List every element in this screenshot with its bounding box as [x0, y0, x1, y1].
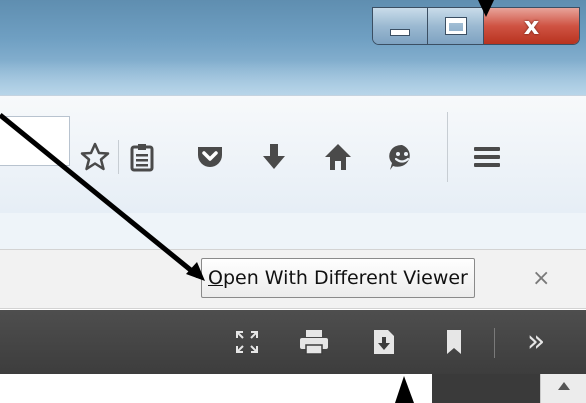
download-icon[interactable] [370, 328, 398, 356]
minimize-icon [390, 28, 411, 36]
bookmark-star-icon[interactable] [78, 142, 112, 172]
hello-icon[interactable] [385, 142, 419, 172]
close-icon: x [523, 12, 540, 40]
open-button-label: pen With Different Viewer [222, 267, 468, 289]
navigation-toolbar [0, 95, 586, 213]
menu-icon[interactable] [470, 145, 504, 169]
close-button[interactable]: x [483, 8, 579, 44]
pocket-icon[interactable] [193, 144, 227, 170]
presentation-mode-icon[interactable] [233, 328, 261, 356]
downloads-icon[interactable] [257, 142, 291, 172]
window-titlebar: x [0, 0, 586, 95]
sidebar-region [432, 374, 540, 403]
url-bar[interactable] [0, 116, 70, 166]
more-tools-icon[interactable]: » [516, 327, 556, 357]
toolbar-separator [118, 140, 119, 174]
reading-list-icon[interactable] [125, 142, 159, 172]
scroll-up-button[interactable] [540, 374, 586, 403]
screenshot: x Open With Different Viewer × » [0, 0, 586, 403]
toolbar-icons [78, 112, 504, 182]
tab-content-area [0, 213, 586, 249]
toolbar-separator [447, 112, 448, 182]
pdf-toolbar-separator [494, 328, 495, 358]
minimize-button[interactable] [373, 8, 429, 44]
notification-close-icon[interactable]: × [532, 266, 550, 291]
open-with-different-viewer-button[interactable]: Open With Different Viewer [201, 258, 475, 298]
pdf-viewer-toolbar: » [0, 310, 586, 374]
accesskey-letter: O [208, 267, 223, 289]
maximize-icon [444, 17, 467, 35]
maximize-button[interactable] [428, 8, 484, 44]
chevron-up-icon [557, 382, 570, 390]
bookmark-icon[interactable] [442, 328, 466, 356]
notification-bar: Open With Different Viewer × [0, 249, 586, 309]
home-icon[interactable] [321, 142, 355, 172]
window-controls: x [372, 7, 580, 45]
print-icon[interactable] [298, 328, 330, 356]
